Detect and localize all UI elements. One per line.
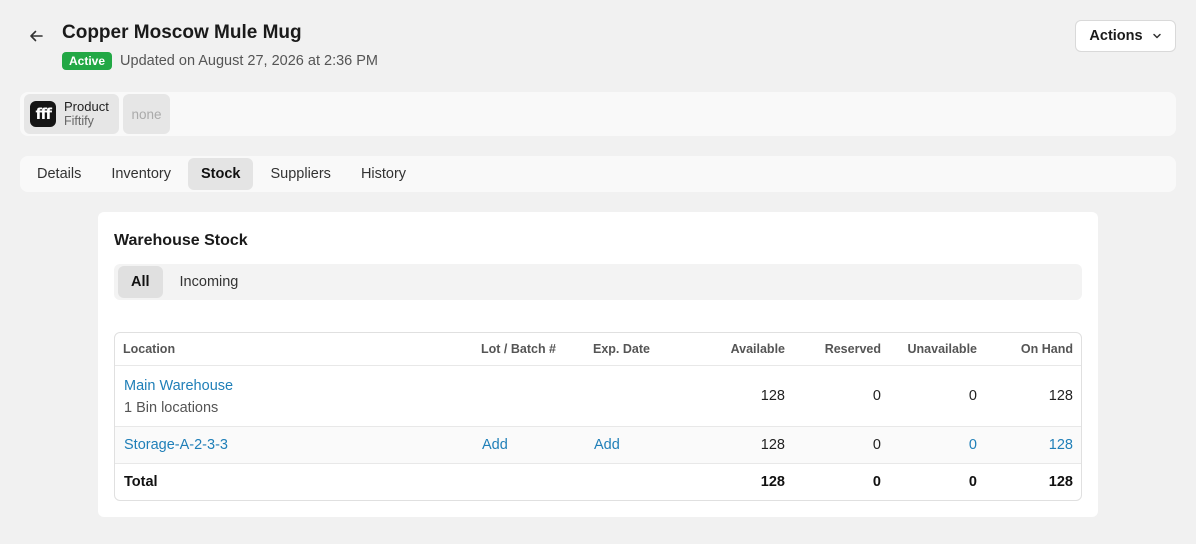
- available-value: 128: [760, 388, 785, 404]
- stock-table: Location Lot / Batch # Exp. Date Availab…: [114, 332, 1082, 501]
- actions-button[interactable]: Actions: [1075, 20, 1176, 52]
- on-hand-link[interactable]: 128: [1049, 437, 1073, 453]
- status-line: Active Updated on August 27, 2026 at 2:3…: [62, 52, 378, 70]
- column-header-unavailable: Unavailable: [907, 342, 977, 356]
- bin-locations-count: 1 Bin locations: [124, 400, 219, 416]
- table-header-row: Location Lot / Batch # Exp. Date Availab…: [115, 333, 1081, 366]
- chevron-down-icon: [1152, 33, 1161, 39]
- column-header-reserved: Reserved: [824, 342, 881, 356]
- column-header-available: Available: [730, 342, 785, 356]
- table-row: Main Warehouse 1 Bin locations 128 0 0 1…: [115, 366, 1081, 427]
- warehouse-stock-card: Warehouse Stock All Incoming Location Lo…: [98, 212, 1098, 517]
- total-reserved: 0: [872, 474, 881, 490]
- table-row: Storage-A-2-3-3 Add Add 128 0 0 128: [115, 427, 1081, 464]
- add-lot-link[interactable]: Add: [482, 437, 508, 453]
- tab-bar: Details Inventory Stock Suppliers Histor…: [20, 156, 1176, 192]
- table-total-row: Total 128 0 0 128: [115, 464, 1081, 500]
- stock-filter-tabs: All Incoming: [114, 264, 1082, 300]
- tab-inventory[interactable]: Inventory: [98, 158, 184, 190]
- channel-bar: fff Product Fiftify none: [20, 92, 1176, 136]
- add-exp-date-link[interactable]: Add: [594, 437, 620, 453]
- location-link-storage[interactable]: Storage-A-2-3-3: [124, 437, 228, 453]
- unavailable-value: 0: [968, 388, 977, 404]
- channel-chip-text: Product Fiftify: [64, 99, 109, 129]
- total-unavailable: 0: [968, 474, 977, 490]
- total-available: 128: [760, 474, 785, 490]
- total-on-hand: 128: [1048, 474, 1073, 490]
- column-header-on-hand: On Hand: [1020, 342, 1073, 356]
- tab-stock[interactable]: Stock: [187, 158, 254, 190]
- channel-chip-none[interactable]: none: [123, 94, 170, 134]
- unavailable-link[interactable]: 0: [969, 437, 977, 453]
- actions-button-label: Actions: [1089, 28, 1143, 44]
- reserved-value: 0: [872, 437, 881, 453]
- fiftify-logo: fff: [30, 101, 56, 127]
- total-label: Total: [124, 474, 158, 490]
- subtab-all[interactable]: All: [118, 266, 163, 298]
- available-value: 128: [760, 437, 785, 453]
- page-title: Copper Moscow Mule Mug: [62, 22, 302, 43]
- channel-chip-source: Fiftify: [64, 114, 94, 128]
- subtab-incoming[interactable]: Incoming: [167, 266, 252, 298]
- back-button[interactable]: [24, 24, 48, 48]
- location-link-main-warehouse[interactable]: Main Warehouse: [124, 378, 233, 394]
- arrow-left-icon: [30, 30, 43, 42]
- tab-suppliers[interactable]: Suppliers: [257, 158, 343, 190]
- status-badge: Active: [62, 52, 113, 70]
- on-hand-value: 128: [1048, 388, 1073, 404]
- updated-timestamp: Updated on August 27, 2026 at 2:36 PM: [120, 53, 379, 69]
- tab-history[interactable]: History: [348, 158, 419, 190]
- column-header-lot: Lot / Batch #: [481, 342, 557, 356]
- channel-chip-fiftify[interactable]: fff Product Fiftify: [24, 94, 119, 134]
- card-title: Warehouse Stock: [114, 232, 248, 249]
- channel-chip-label: Product: [64, 99, 109, 114]
- column-header-exp-date: Exp. Date: [593, 342, 650, 356]
- tab-details[interactable]: Details: [24, 158, 94, 190]
- reserved-value: 0: [872, 388, 881, 404]
- column-header-location: Location: [123, 342, 176, 356]
